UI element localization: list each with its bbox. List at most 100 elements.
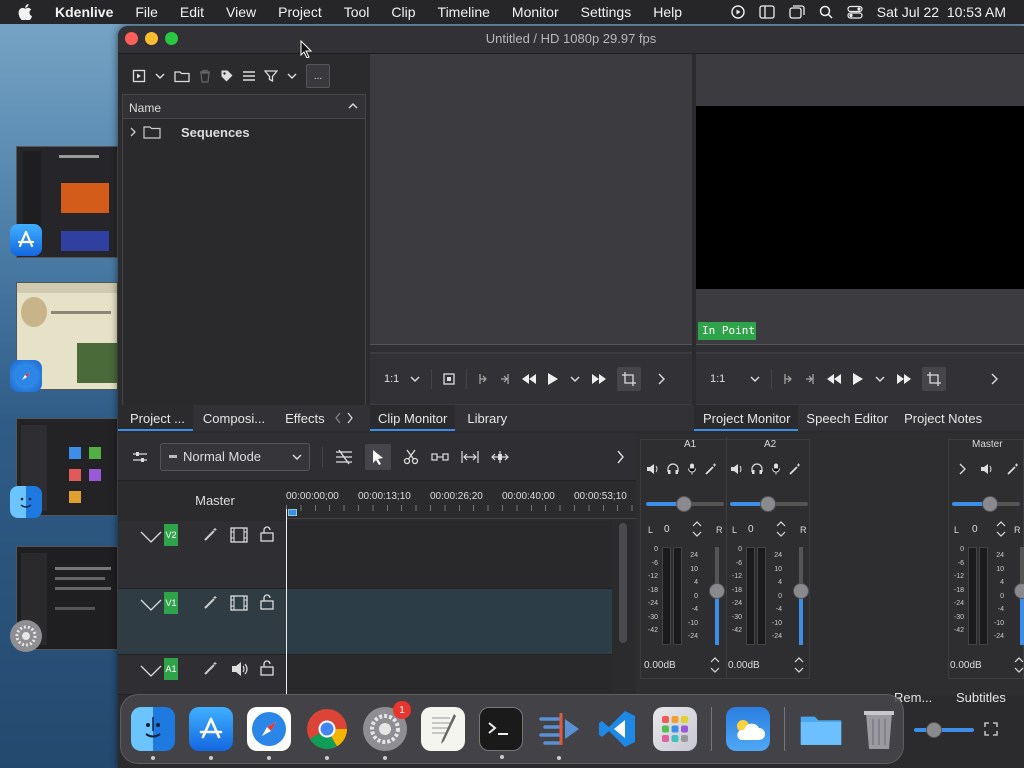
menu-monitor[interactable]: Monitor <box>501 4 570 20</box>
master-track-header[interactable]: Master <box>118 483 286 521</box>
tab-effects[interactable]: Effects <box>273 405 333 431</box>
timeline-ruler[interactable]: 00:00:00;00 00:00:13;10 00:00:26;20 00:0… <box>286 489 636 519</box>
spotlight-search-icon[interactable] <box>819 5 833 19</box>
crop-icon[interactable] <box>922 367 947 391</box>
spin-arrows-icon[interactable] <box>776 519 786 539</box>
window-switcher-icon[interactable] <box>789 5 805 19</box>
microphone-icon[interactable] <box>771 463 781 475</box>
timeline-vertical-scrollbar[interactable] <box>619 523 627 643</box>
spin-arrows-icon[interactable] <box>794 655 804 675</box>
collapse-chevron-icon[interactable] <box>140 531 162 543</box>
title-bar[interactable]: Untitled / HD 1080p 29.97 fps <box>118 26 1024 54</box>
lock-icon[interactable] <box>260 594 274 610</box>
mute-icon[interactable] <box>730 463 743 475</box>
tab-library[interactable]: Library <box>455 405 515 431</box>
project-monitor-screen[interactable] <box>696 106 1024 289</box>
set-in-icon[interactable] <box>782 372 794 386</box>
tab-project-notes[interactable]: Project Notes <box>896 405 990 431</box>
fast-forward-icon[interactable] <box>591 373 607 385</box>
lock-icon[interactable] <box>260 526 274 542</box>
zoom-chevron-down-icon[interactable] <box>749 374 761 384</box>
system-settings-icon[interactable] <box>10 620 42 652</box>
add-folder-icon[interactable] <box>174 69 190 83</box>
safari-icon[interactable] <box>10 360 42 392</box>
select-tool-icon[interactable] <box>365 443 391 470</box>
textedit-icon[interactable] <box>421 707 465 751</box>
chrome-icon[interactable] <box>305 707 349 760</box>
track-header-v1[interactable]: V1 <box>118 589 286 655</box>
headphones-icon[interactable] <box>667 463 679 475</box>
effects-wand-icon[interactable] <box>705 463 717 475</box>
collapse-chevron-icon[interactable] <box>140 599 162 611</box>
timeline-settings-icon[interactable] <box>132 450 148 464</box>
menu-view[interactable]: View <box>215 4 267 20</box>
downloads-folder-icon[interactable] <box>799 707 843 751</box>
add-clip-icon[interactable] <box>132 69 146 83</box>
track-lane-v1[interactable] <box>286 589 612 655</box>
mute-icon[interactable] <box>980 463 993 475</box>
video-track-icon[interactable] <box>230 527 248 543</box>
track-name-a1[interactable]: A1 <box>164 658 178 680</box>
app-store-icon[interactable] <box>10 224 42 256</box>
project-zoom-select[interactable]: 1:1 <box>710 373 725 385</box>
terminal-icon[interactable] <box>479 707 523 759</box>
a2-pan-knob[interactable] <box>760 496 776 512</box>
track-header-v2[interactable]: V2 <box>118 521 286 589</box>
menu-settings[interactable]: Settings <box>570 4 643 20</box>
effects-wand-icon[interactable] <box>204 527 218 541</box>
spacer-tool-icon[interactable] <box>431 451 449 463</box>
tab-scroll-right-icon[interactable] <box>343 405 355 431</box>
clip-monitor-ruler[interactable] <box>370 344 692 352</box>
track-lane-a1[interactable] <box>286 655 612 695</box>
microphone-icon[interactable] <box>687 463 697 475</box>
menu-edit[interactable]: Edit <box>169 4 215 20</box>
control-center-icon[interactable] <box>847 5 863 19</box>
set-in-icon[interactable] <box>477 372 489 386</box>
project-monitor-ruler[interactable] <box>696 344 1024 352</box>
filter-chevron-down-icon[interactable] <box>286 71 298 81</box>
video-track-icon[interactable] <box>230 595 248 611</box>
zone-marker[interactable] <box>288 509 297 516</box>
set-out-icon[interactable] <box>804 372 816 386</box>
finder-icon[interactable] <box>131 707 175 760</box>
finder-icon[interactable] <box>10 486 42 518</box>
track-name-v2[interactable]: V2 <box>164 524 178 546</box>
lock-icon[interactable] <box>260 660 274 676</box>
sidebar-toggle-icon[interactable] <box>759 5 775 19</box>
tab-compositions[interactable]: Composi... <box>193 405 273 431</box>
menu-tool[interactable]: Tool <box>333 4 381 20</box>
menu-clip[interactable]: Clip <box>380 4 426 20</box>
fit-zoom-icon[interactable] <box>984 722 998 736</box>
zoom-chevron-down-icon[interactable] <box>409 374 421 384</box>
headphones-icon[interactable] <box>751 463 763 475</box>
crop-icon[interactable] <box>617 367 642 391</box>
playhead[interactable] <box>286 509 287 695</box>
tab-scroll-left-icon[interactable] <box>333 405 343 431</box>
screen-recording-icon[interactable] <box>731 5 745 19</box>
rewind-icon[interactable] <box>826 373 842 385</box>
toolbar-more-chevron-icon[interactable] <box>616 450 624 464</box>
spin-arrows-icon[interactable] <box>692 519 702 539</box>
effects-wand-icon[interactable] <box>1007 463 1019 475</box>
multitrack-icon[interactable] <box>335 449 353 465</box>
set-out-icon[interactable] <box>499 372 511 386</box>
track-name-v1[interactable]: V1 <box>164 592 178 614</box>
filter-icon[interactable] <box>264 69 278 83</box>
mute-icon[interactable] <box>646 463 659 475</box>
razor-tool-icon[interactable] <box>403 449 419 465</box>
play-icon[interactable] <box>852 372 864 386</box>
spin-arrows-icon[interactable] <box>996 519 1006 539</box>
rewind-icon[interactable] <box>521 373 537 385</box>
tab-project-monitor[interactable]: Project Monitor <box>694 405 799 431</box>
a2-volume-knob[interactable] <box>793 583 809 599</box>
play-options-chevron-icon[interactable] <box>569 374 581 384</box>
weather-icon[interactable] <box>726 707 770 751</box>
clip-zoom-select[interactable]: 1:1 <box>384 373 399 385</box>
kdenlive-icon[interactable] <box>537 707 581 760</box>
chevron-down-icon[interactable] <box>154 71 166 81</box>
bin-folder-row[interactable]: Sequences <box>129 123 359 141</box>
ripple-tool-icon[interactable] <box>461 450 479 464</box>
collapse-chevron-icon[interactable] <box>140 665 162 677</box>
zoom-slider[interactable] <box>914 728 974 732</box>
chevron-up-icon[interactable] <box>347 101 359 111</box>
